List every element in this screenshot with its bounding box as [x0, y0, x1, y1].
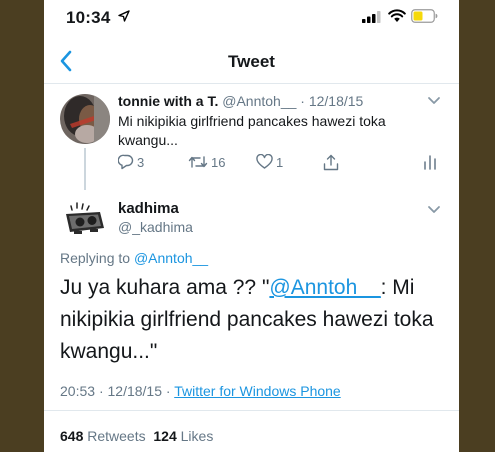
- photo-frame-left: [0, 0, 44, 452]
- thread-connector-line: [84, 148, 86, 190]
- main-tweet-text: Ju ya kuhara ama ?? "@Anntoh__: Mi nikip…: [60, 272, 450, 368]
- phone-screen: 10:34 Tweet tonnie with a T. @Anntoh__ ·…: [44, 0, 459, 452]
- main-author-name[interactable]: kadhima: [118, 200, 179, 217]
- parent-tweet-date: 12/18/15: [308, 93, 364, 109]
- wifi-icon: [388, 9, 406, 22]
- divider: [44, 410, 459, 411]
- parent-tweet-actions: 3 16 1: [118, 152, 443, 172]
- retweets-label: Retweets: [87, 428, 146, 444]
- retweet-button[interactable]: 16: [188, 152, 225, 172]
- meta-separator: ·: [165, 383, 171, 399]
- like-button[interactable]: 1: [256, 152, 283, 172]
- like-total: 124: [153, 428, 177, 444]
- chevron-down-icon[interactable]: [427, 96, 441, 106]
- retweet-total: 648: [60, 428, 84, 444]
- chevron-down-icon[interactable]: [427, 205, 441, 215]
- reply-count: 3: [137, 154, 145, 170]
- location-arrow-icon: [118, 10, 130, 22]
- replying-to-label: Replying to: [60, 250, 131, 266]
- meta-separator: ·: [98, 383, 104, 399]
- parent-author-name[interactable]: tonnie with a T.: [118, 93, 218, 109]
- status-bar: 10:34: [44, 0, 459, 34]
- heart-icon: [256, 154, 273, 169]
- share-icon: [323, 154, 339, 170]
- navigation-bar: Tweet: [44, 40, 459, 84]
- replying-to-link[interactable]: @Anntoh__: [134, 250, 208, 266]
- parent-avatar[interactable]: [60, 94, 110, 144]
- photo-frame-right: [459, 0, 495, 452]
- parent-tweet-text: Mi nikipikia girlfriend pancakes hawezi …: [118, 113, 386, 148]
- parent-author-handle[interactable]: @Anntoh__: [222, 93, 296, 109]
- like-count: 1: [276, 154, 284, 170]
- tweet-text-part-1: Ju ya kuhara ama ?? ": [60, 276, 270, 299]
- tweet-time: 20:53: [60, 383, 96, 399]
- tweet-meta: 20:53 · 12/18/15 · Twitter for Windows P…: [60, 383, 341, 399]
- likes-label: Likes: [180, 428, 214, 444]
- status-time: 10:34: [66, 8, 111, 27]
- analytics-icon: [424, 155, 436, 170]
- main-author-handle[interactable]: @_kadhima: [118, 219, 193, 235]
- retweets-stat[interactable]: 648 Retweets: [60, 428, 146, 444]
- tweet-date: 12/18/15: [107, 383, 163, 399]
- source-link[interactable]: Twitter for Windows Phone: [174, 383, 341, 399]
- replying-to-line: Replying to @Anntoh__: [60, 250, 208, 266]
- mention-link[interactable]: @Anntoh__: [269, 276, 380, 299]
- retweet-icon: [188, 156, 208, 168]
- main-avatar[interactable]: [60, 198, 108, 246]
- retweet-count: 16: [211, 154, 226, 170]
- share-button[interactable]: [323, 152, 339, 172]
- parent-date-separator: ·: [300, 93, 305, 109]
- analytics-button[interactable]: [423, 152, 437, 172]
- battery-icon: [411, 9, 438, 23]
- reply-icon: [118, 154, 134, 170]
- engagement-stats: 648 Retweets 124 Likes: [60, 428, 213, 444]
- cellular-signal-icon: [362, 11, 381, 23]
- parent-tweet-header: tonnie with a T. @Anntoh__ · 12/18/15: [118, 93, 363, 109]
- likes-stat[interactable]: 124 Likes: [153, 428, 213, 444]
- page-title: Tweet: [228, 52, 275, 71]
- reply-button[interactable]: 3: [118, 152, 144, 172]
